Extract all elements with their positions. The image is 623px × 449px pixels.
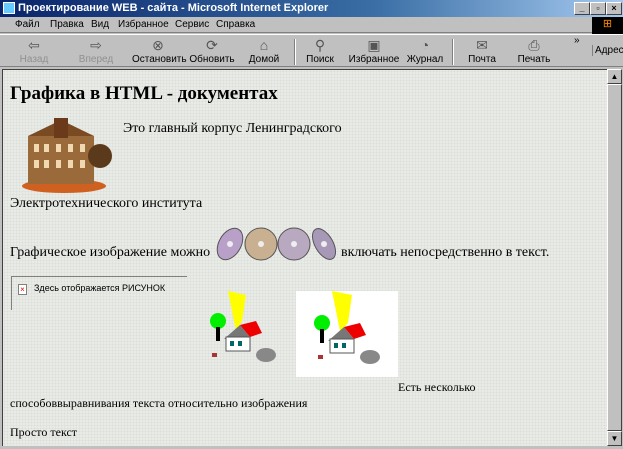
scroll-thumb[interactable] [607, 84, 622, 431]
plain-text: Просто текст [10, 425, 78, 439]
history-icon: ◔ [420, 37, 430, 53]
refresh-button[interactable]: ⟳ Обновить [189, 37, 235, 65]
print-icon: ⎙ [528, 37, 540, 53]
cd-icon [244, 227, 278, 261]
page-content: Графика в HTML - документах Это главный … [2, 69, 607, 446]
building-caption-2: Электротехнического института [10, 196, 203, 211]
menu-file[interactable]: Файл [15, 19, 40, 30]
inline-text-before: Графическое изображение можно [10, 245, 211, 260]
menu-help[interactable]: Справка [216, 19, 255, 30]
title-bar: Проектирование WEB - сайта - Microsoft I… [0, 0, 623, 17]
cd-icon [311, 228, 337, 260]
cd-images [216, 227, 337, 261]
house-fire-image-transparent [210, 291, 276, 362]
print-button[interactable]: ⎙ Печать [516, 37, 552, 65]
menu-bar: Файл Правка Вид Избранное Сервис Справка [0, 17, 623, 33]
separator [294, 39, 296, 65]
building-caption-1: Это главный корпус Ленинградского [123, 121, 342, 136]
windows-logo-icon: ⊞ [592, 17, 623, 35]
toolbar-more-button[interactable]: » [574, 35, 580, 46]
mail-button[interactable]: ✉ Почта [464, 37, 500, 65]
forward-arrow-icon: ⇨ [90, 37, 102, 53]
favorites-icon: ▣ [367, 37, 381, 53]
scroll-up-button[interactable]: ▲ [607, 69, 622, 84]
align-text-1: Есть несколько [398, 380, 476, 394]
inline-text-after: включать непосредственно в текст. [341, 245, 550, 260]
menu-favorites[interactable]: Избранное [118, 19, 169, 30]
house-fire-icon [314, 291, 380, 364]
forward-button[interactable]: ⇨ Вперед [76, 37, 116, 65]
broken-image-icon: × [18, 284, 27, 295]
mail-icon: ✉ [476, 37, 488, 53]
close-button[interactable]: × [606, 2, 622, 15]
maximize-button[interactable]: ▫ [590, 2, 606, 15]
window-title: Проектирование WEB - сайта - Microsoft I… [18, 2, 329, 14]
history-button[interactable]: ◔ Журнал [406, 37, 444, 65]
broken-image-placeholder: × Здесь отображается РИСУНОК [11, 276, 187, 310]
stop-icon: ⊗ [152, 37, 164, 53]
home-icon: ⌂ [259, 37, 269, 53]
broken-image-alt-text: Здесь отображается РИСУНОК [34, 283, 166, 293]
cd-icon [216, 227, 244, 261]
address-label: Адрес [592, 45, 623, 56]
back-button[interactable]: ⇦ Назад [14, 37, 54, 65]
favorites-button[interactable]: ▣ Избранное [346, 37, 402, 65]
page-heading: Графика в HTML - документах [10, 83, 278, 104]
toolbar: ⇦ Назад ⇨ Вперед ⊗ Остановить ⟳ Обновить ⌂ До… [0, 34, 623, 67]
menu-view[interactable]: Вид [91, 19, 109, 30]
refresh-icon: ⟳ [206, 37, 218, 53]
align-text-2: способоввыравнивания текста относительно… [10, 396, 308, 410]
vertical-scrollbar[interactable]: ▲ ▼ [607, 69, 622, 446]
home-button[interactable]: ⌂ Домой [245, 37, 283, 65]
search-button[interactable]: ⚲ Поиск [302, 37, 338, 65]
building-image [22, 118, 112, 193]
ie-icon [3, 2, 15, 14]
house-fire-image-opaque [296, 291, 398, 377]
minimize-button[interactable]: _ [574, 2, 590, 15]
menu-edit[interactable]: Правка [50, 19, 84, 30]
scroll-down-button[interactable]: ▼ [607, 431, 622, 446]
stop-button[interactable]: ⊗ Остановить [132, 37, 187, 65]
separator [452, 39, 454, 65]
search-icon: ⚲ [314, 37, 326, 53]
back-arrow-icon: ⇦ [28, 37, 40, 53]
cd-icon [277, 227, 311, 261]
menu-tools[interactable]: Сервис [175, 19, 209, 30]
